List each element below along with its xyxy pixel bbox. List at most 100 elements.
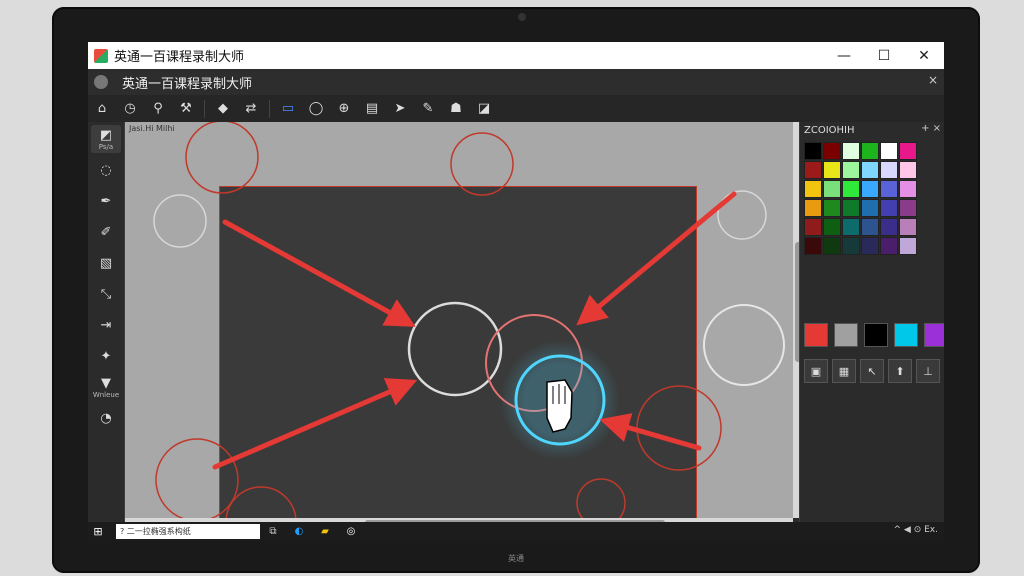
active-color-chip[interactable] xyxy=(804,323,828,347)
color-swatch[interactable] xyxy=(880,218,898,236)
taskbar-search[interactable]: ? 二一拉椭强系构纸 xyxy=(116,524,260,539)
color-swatch[interactable] xyxy=(861,180,879,198)
eraser-icon[interactable]: ◪ xyxy=(473,98,495,120)
color-swatch[interactable] xyxy=(842,218,860,236)
color-swatch[interactable] xyxy=(880,161,898,179)
color-swatch[interactable] xyxy=(899,180,917,198)
maximize-button[interactable]: ☐ xyxy=(864,42,904,69)
color-swatch[interactable] xyxy=(823,237,841,255)
color-swatch[interactable] xyxy=(842,180,860,198)
color-swatch[interactable] xyxy=(861,237,879,255)
fill-tool-button[interactable]: ▧ xyxy=(91,249,121,277)
book-icon[interactable]: ▤ xyxy=(361,98,383,120)
color-chip[interactable] xyxy=(834,323,858,347)
color-chip[interactable] xyxy=(864,323,888,347)
color-swatch[interactable] xyxy=(861,142,879,160)
color-swatch[interactable] xyxy=(880,237,898,255)
arrow-tool-button[interactable]: ⇥ xyxy=(91,311,121,339)
up-arrow-icon[interactable]: ⬆ xyxy=(888,359,912,383)
app-gear-icon xyxy=(94,75,108,89)
explorer-icon[interactable]: ▰ xyxy=(317,524,333,540)
color-panel: ZCOIOHIH + × ▣ ▦ ↖ ⬆ ⊥ xyxy=(799,122,944,522)
app-taskbar-icon[interactable]: ◎ xyxy=(343,524,359,540)
color-swatch[interactable] xyxy=(823,180,841,198)
color-swatch[interactable] xyxy=(880,199,898,217)
panel-close-icon[interactable]: × xyxy=(928,73,938,87)
color-swatch[interactable] xyxy=(804,180,822,198)
pointer-icon[interactable]: ↖ xyxy=(860,359,884,383)
drawing-canvas[interactable]: Jasi.Hi Milhi xyxy=(125,122,793,522)
crowd-icon[interactable]: ☗ xyxy=(445,98,467,120)
color-swatch[interactable] xyxy=(823,161,841,179)
color-swatch[interactable] xyxy=(842,199,860,217)
color-chip[interactable] xyxy=(924,323,944,347)
select-rect-icon[interactable]: ▭ xyxy=(277,98,299,120)
taskview-icon[interactable]: ⧉ xyxy=(265,524,281,540)
color-swatch[interactable] xyxy=(899,199,917,217)
color-swatch[interactable] xyxy=(899,161,917,179)
clock-icon[interactable]: ◷ xyxy=(119,98,141,120)
magnifier-icon[interactable]: ⚲ xyxy=(147,98,169,120)
minimize-button[interactable]: — xyxy=(824,42,864,69)
color-swatch[interactable] xyxy=(823,199,841,217)
color-swatch[interactable] xyxy=(861,218,879,236)
pin-icon[interactable]: ⊥ xyxy=(916,359,940,383)
clock-tool-icon: ◔ xyxy=(100,410,112,426)
close-button[interactable]: ✕ xyxy=(904,42,944,69)
color-swatch[interactable] xyxy=(804,237,822,255)
color-swatch[interactable] xyxy=(899,142,917,160)
color-swatch[interactable] xyxy=(804,199,822,217)
star-tool-button[interactable]: ✦ xyxy=(91,342,121,370)
color-swatch[interactable] xyxy=(842,142,860,160)
color-panel-header: ZCOIOHIH + × xyxy=(800,122,944,138)
color-swatch[interactable] xyxy=(823,218,841,236)
color-swatch[interactable] xyxy=(861,199,879,217)
transform-icon[interactable]: ⇄ xyxy=(240,98,262,120)
app-header-title: 英通一百课程录制大师 xyxy=(122,76,253,92)
main-toolbar: ⌂ ◷ ⚲ ⚒ ◆ ⇄ ▭ ◯ ⊕ ▤ ➤ ✎ ☗ ◪ xyxy=(88,95,944,123)
hammer-icon[interactable]: ⚒ xyxy=(175,98,197,120)
image-icon[interactable]: ▣ xyxy=(804,359,828,383)
select-tool-button[interactable]: ◩ Ps/a xyxy=(91,125,121,153)
lasso-tool-button[interactable]: ◌ xyxy=(91,156,121,184)
paint-icon[interactable]: ✎ xyxy=(417,98,439,120)
screen: 英通一百课程录制大师 — ☐ ✕ 英通一百课程录制大师 × ⌂ ◷ ⚲ ⚒ ◆ … xyxy=(88,42,944,541)
start-windows-icon[interactable]: ⊞ xyxy=(88,522,108,541)
zoom-icon[interactable]: ⊕ xyxy=(333,98,355,120)
color-panel-actions[interactable]: + × xyxy=(921,123,941,134)
lasso-icon[interactable]: ◯ xyxy=(305,98,327,120)
select-tool-label: Ps/a xyxy=(98,142,114,151)
clock-tool-button[interactable]: ◔ xyxy=(91,404,121,432)
grid-icon[interactable]: ▦ xyxy=(832,359,856,383)
color-swatch[interactable] xyxy=(804,161,822,179)
shape-icon[interactable]: ◆ xyxy=(212,98,234,120)
edge-icon[interactable]: ◐ xyxy=(291,524,307,540)
color-swatch-grid xyxy=(804,142,917,255)
color-swatch[interactable] xyxy=(804,218,822,236)
cone-tool-button[interactable]: ▼ Wnleue xyxy=(91,373,121,401)
left-toolbox: ◩ Ps/a ◌ ✒ ✐ ▧ ⤡ ⇥ ✦ ▼ Wnleue ◔ xyxy=(88,122,125,522)
cone-tool-label: Wnleue xyxy=(92,390,120,399)
app-header: 英通一百课程录制大师 × xyxy=(88,69,944,95)
line-tool-button[interactable]: ⤡ xyxy=(91,280,121,308)
color-swatch[interactable] xyxy=(842,237,860,255)
color-swatch[interactable] xyxy=(823,142,841,160)
home-icon[interactable]: ⌂ xyxy=(91,98,113,120)
arrow-tool-icon: ⇥ xyxy=(100,317,112,333)
color-swatch[interactable] xyxy=(899,218,917,236)
pen-tool-button[interactable]: ✒ xyxy=(91,187,121,215)
brush-icon: ✐ xyxy=(100,224,112,240)
color-swatch[interactable] xyxy=(880,180,898,198)
brush-tool-button[interactable]: ✐ xyxy=(91,218,121,246)
arrow-icon[interactable]: ➤ xyxy=(389,98,411,120)
system-tray[interactable]: ^ ◀ ⊙ Ex. xyxy=(894,525,938,535)
color-swatch[interactable] xyxy=(861,161,879,179)
taskbar: ⊞ ? 二一拉椭强系构纸 ⧉ ◐ ▰ ◎ ^ ◀ ⊙ Ex. xyxy=(88,522,944,541)
pen-icon: ✒ xyxy=(100,193,112,209)
color-swatch[interactable] xyxy=(842,161,860,179)
color-chip[interactable] xyxy=(894,323,918,347)
color-swatch[interactable] xyxy=(899,237,917,255)
color-swatch[interactable] xyxy=(880,142,898,160)
toolbar-divider xyxy=(204,99,205,118)
color-swatch[interactable] xyxy=(804,142,822,160)
